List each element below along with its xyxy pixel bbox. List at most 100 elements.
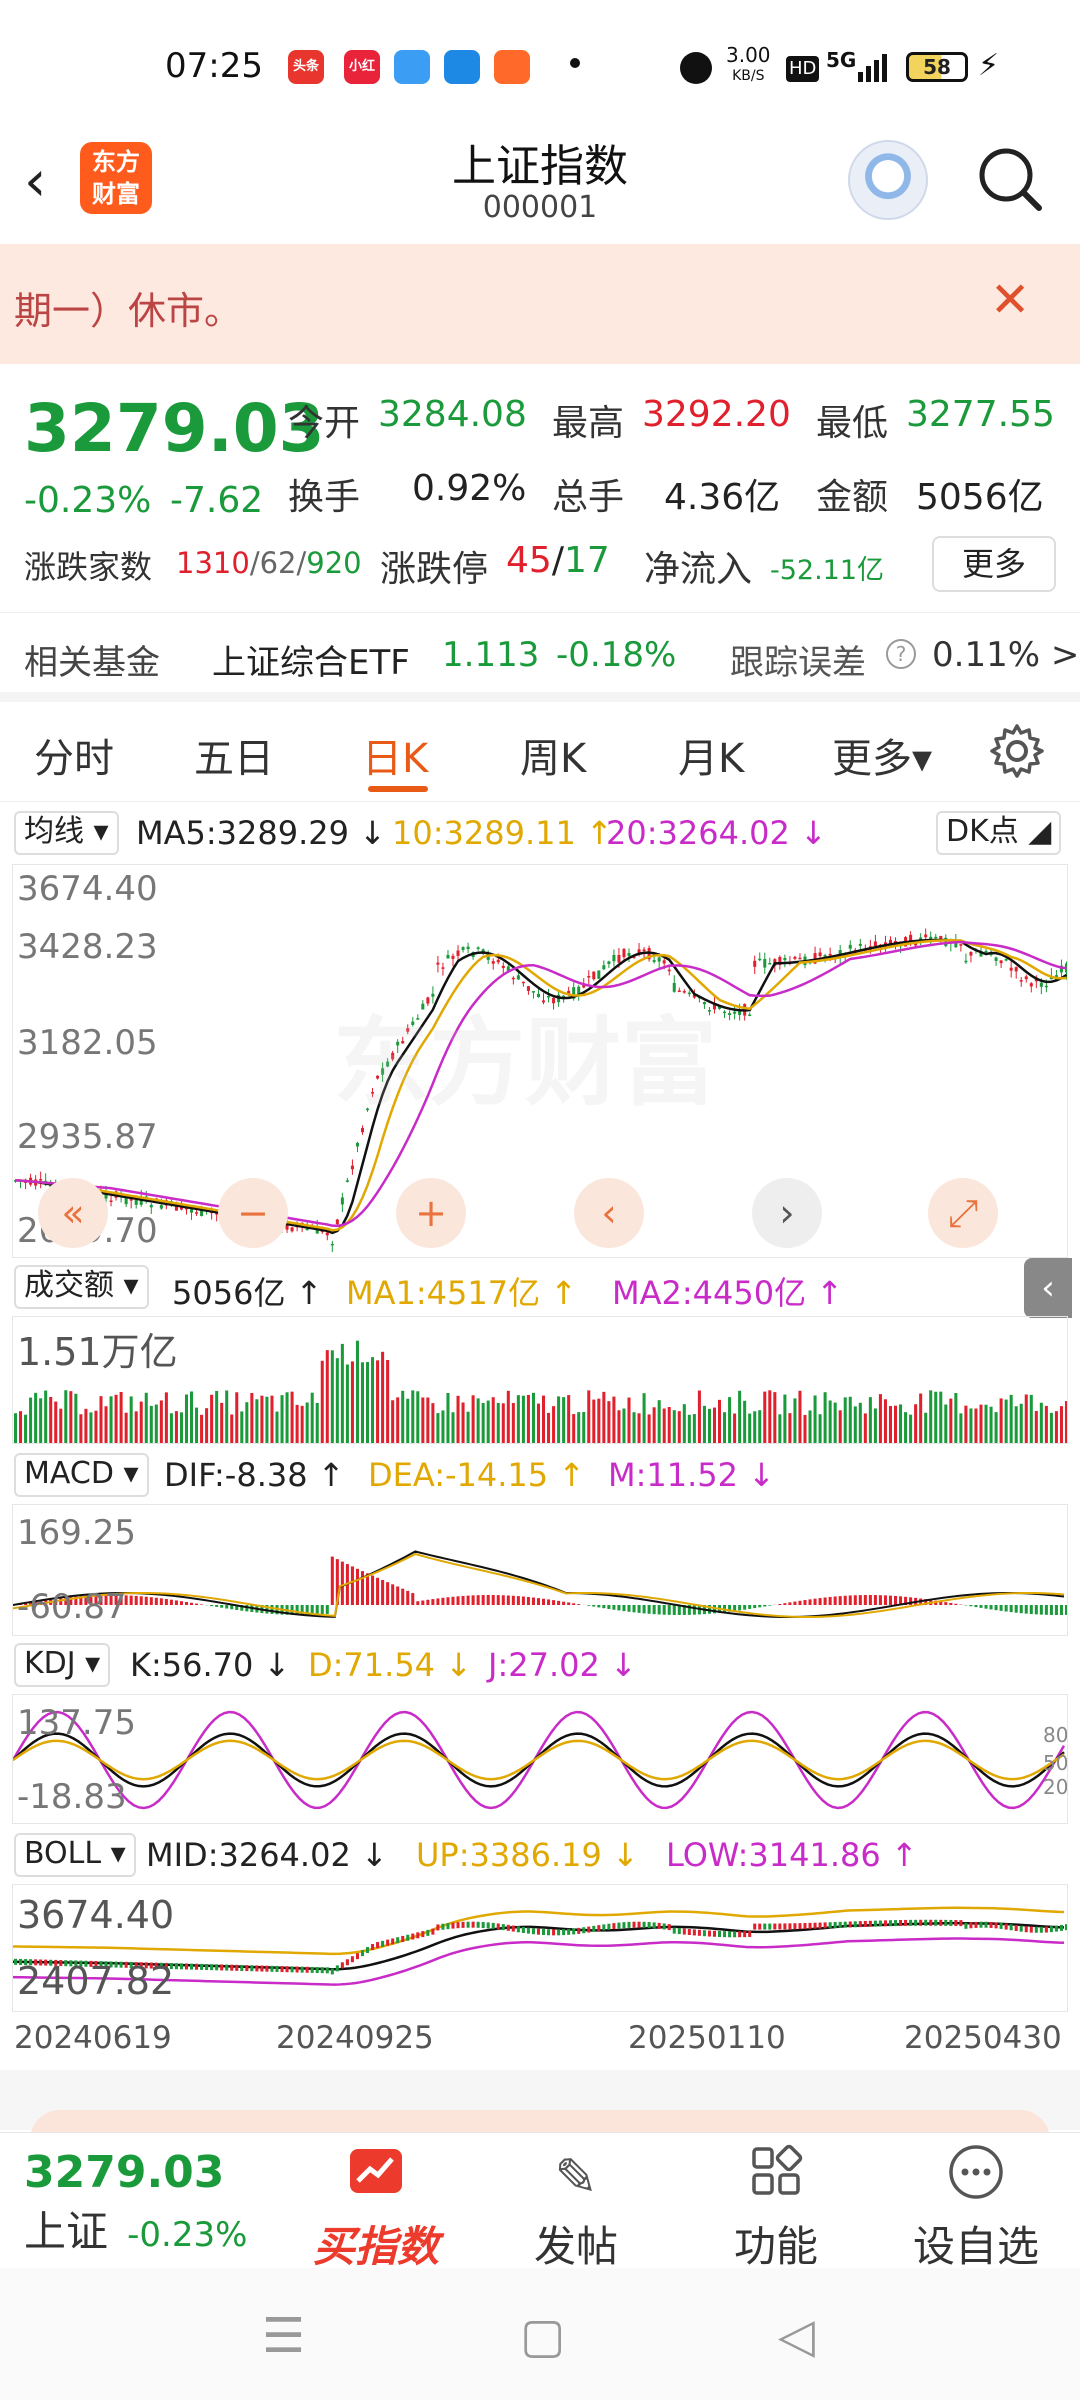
boll-candle [778, 1923, 782, 1930]
ma-selector[interactable]: 均线 ▾ [14, 811, 119, 855]
macd-bar [411, 1593, 415, 1605]
related-fund-bar[interactable]: 相关基金 上证综合ETF 1.113 -0.18% 跟踪误差 ? 0.11% > [0, 612, 1080, 702]
chevron-left-icon[interactable]: ‹ [574, 1178, 644, 1248]
volume-bar [441, 1410, 445, 1443]
boll-candle [783, 1923, 787, 1930]
chevron-right-icon[interactable]: › [752, 1178, 822, 1248]
post-button[interactable]: ✎ 发帖 [496, 2143, 656, 2274]
boll-candle [562, 1929, 566, 1936]
menu-icon[interactable]: ☰ [262, 2308, 305, 2364]
macd-bar [159, 1598, 163, 1605]
volume-bar [567, 1395, 571, 1443]
inflow-value: -52.11亿 [770, 555, 885, 586]
macd-bar [1049, 1605, 1053, 1615]
boll-candle [250, 1965, 254, 1972]
boll-candle [853, 1921, 857, 1928]
boll-indicator-row: BOLL ▾ MID:3264.02 ↓ UP:3386.19 ↓ LOW:31… [0, 1830, 1080, 1880]
volume-bar [647, 1414, 651, 1443]
volume-bar [315, 1402, 319, 1443]
search-icon[interactable] [975, 144, 1045, 214]
volume-chart[interactable]: 1.51万亿 [12, 1316, 1068, 1444]
volume-bar [250, 1392, 254, 1443]
volume-bar [225, 1390, 229, 1443]
gear-icon[interactable] [988, 722, 1046, 780]
tracking-value[interactable]: 0.11% > [932, 635, 1079, 675]
mini-change: -0.23% [127, 2215, 248, 2255]
volume-bar [914, 1404, 918, 1443]
volume-bar [210, 1394, 214, 1443]
volume-bar [989, 1406, 993, 1443]
tab-monthly-k[interactable]: 月K [678, 726, 744, 784]
volume-bar [848, 1396, 852, 1443]
macd-bar [753, 1605, 757, 1609]
help-icon[interactable]: ? [886, 639, 916, 669]
macd-bar [371, 1575, 375, 1605]
function-button[interactable]: 功能 [696, 2143, 856, 2274]
macd-bar [788, 1602, 792, 1605]
candle-body [848, 944, 852, 949]
side-panel-arrow-icon[interactable]: ‹ [1024, 1258, 1072, 1318]
boll-selector[interactable]: BOLL ▾ [14, 1833, 136, 1877]
kline-chart[interactable]: 3674.40 3428.23 3182.05 2935.87 2689.70 … [12, 864, 1068, 1258]
kline-axis-1: 3674.40 [17, 869, 158, 909]
candle-body [456, 950, 460, 956]
buy-index-button[interactable]: 买指数 [296, 2143, 456, 2274]
kdj-indicator-row: KDJ ▾ K:56.70 ↓ D:71.54 ↓ J:27.02 ↓ [0, 1640, 1080, 1690]
rewind-icon[interactable]: « [38, 1178, 108, 1248]
boll-candle [949, 1919, 953, 1926]
tab-more[interactable]: 更多▾ [832, 726, 932, 784]
home-icon[interactable]: ▢ [520, 2308, 565, 2364]
volume-bar [788, 1413, 792, 1443]
boll-chart[interactable]: 3674.40 2407.82 [12, 1884, 1068, 2012]
boll-candle [371, 1944, 375, 1951]
volume-bar [949, 1398, 953, 1443]
candle-body [793, 956, 797, 959]
kdj-selector[interactable]: KDJ ▾ [14, 1643, 111, 1687]
more-button[interactable]: 更多 [932, 536, 1056, 592]
add-watchlist-button[interactable]: 设自选 [896, 2143, 1056, 2274]
tab-five-day[interactable]: 五日 [194, 726, 274, 784]
macd-bar [174, 1600, 178, 1605]
boll-candle [692, 1929, 696, 1936]
macd-chart[interactable]: 169.25 -60.87 [12, 1504, 1068, 1636]
tab-intraday[interactable]: 分时 [34, 726, 114, 784]
robot-assistant-icon[interactable] [848, 140, 928, 220]
status-bar: 07:25 头条 小红书 3.00 KB/S HD 5G 58 ⚡ [0, 0, 1080, 130]
volume-bar [84, 1408, 88, 1443]
fullscreen-icon[interactable]: ⤢ [928, 1178, 998, 1248]
volume-bar [818, 1414, 822, 1443]
macd-bar [818, 1598, 822, 1605]
boll-candle [355, 1953, 359, 1960]
kdj-chart[interactable]: 137.75 -18.83 80 50 20 [12, 1694, 1068, 1824]
macd-selector[interactable]: MACD ▾ [14, 1453, 149, 1497]
volume-bar [1009, 1394, 1013, 1443]
volume-bar [672, 1410, 676, 1443]
volume-selector[interactable]: 成交额 ▾ [14, 1265, 149, 1309]
boll-candle [542, 1929, 546, 1936]
volume-bar [733, 1413, 737, 1443]
boll-candle [597, 1925, 601, 1932]
back-nav-icon[interactable]: ◁ [778, 2308, 815, 2364]
volume-bar [939, 1391, 943, 1443]
zoom-in-icon[interactable]: + [396, 1178, 466, 1248]
volume-bar [406, 1398, 410, 1443]
boll-candle [401, 1935, 405, 1942]
macd-bar [215, 1605, 219, 1607]
macd-bar [833, 1596, 837, 1605]
close-icon[interactable]: ✕ [990, 272, 1030, 328]
tab-weekly-k[interactable]: 周K [520, 726, 586, 784]
volume-bar [230, 1414, 234, 1443]
boll-candle [245, 1965, 249, 1972]
dk-point-toggle[interactable]: DK点 ◢ [936, 811, 1062, 855]
tab-daily-k[interactable]: 日K [362, 726, 428, 784]
mini-quote[interactable]: 3279.03 上证 -0.23% [24, 2147, 274, 2259]
macd-bar [768, 1605, 772, 1606]
volume-bar [416, 1391, 420, 1443]
zoom-out-icon[interactable]: − [218, 1178, 288, 1248]
boll-candle [345, 1959, 349, 1966]
boll-candle [295, 1966, 299, 1973]
volume-bar [617, 1410, 621, 1443]
boll-candle [210, 1964, 214, 1971]
watchlist-label: 设自选 [912, 2222, 1039, 2271]
candle-body [501, 965, 505, 969]
